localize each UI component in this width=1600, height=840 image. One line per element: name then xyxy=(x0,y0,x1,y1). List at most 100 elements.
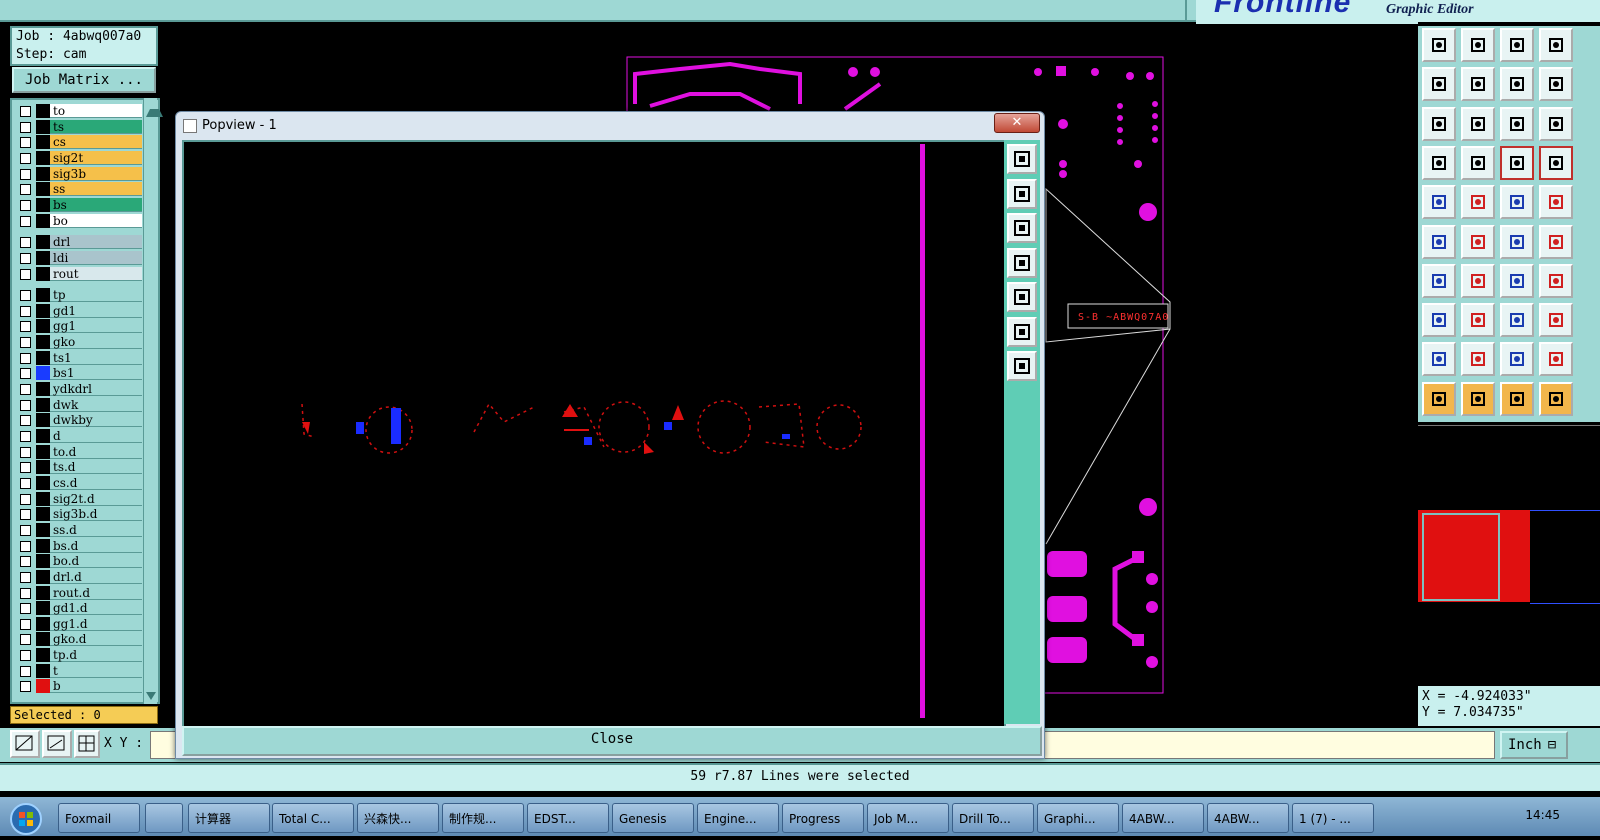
units-select[interactable]: Inch ⊟ xyxy=(1500,731,1568,759)
layer-checkbox[interactable] xyxy=(20,665,31,677)
tool-button[interactable] xyxy=(1539,303,1573,338)
layer-row[interactable]: ts xyxy=(16,119,142,134)
layer-row[interactable]: ts.d xyxy=(16,460,142,475)
taskbar-item[interactable]: 4ABW... xyxy=(1207,803,1289,833)
tool-button[interactable] xyxy=(1422,106,1456,141)
layer-checkbox[interactable] xyxy=(20,524,31,536)
taskbar-item[interactable]: Engine... xyxy=(697,803,779,833)
taskbar-item[interactable]: Graphi... xyxy=(1037,803,1119,833)
layer-checkbox[interactable] xyxy=(20,215,31,227)
layer-row[interactable]: cs xyxy=(16,135,142,150)
layer-row[interactable]: rout xyxy=(16,266,142,281)
layer-checkbox[interactable] xyxy=(20,509,31,521)
layer-row[interactable]: tp xyxy=(16,288,142,303)
tool-button[interactable] xyxy=(1422,303,1456,338)
tool-button[interactable] xyxy=(1461,381,1495,416)
tool-button[interactable] xyxy=(1539,381,1573,416)
layer-checkbox[interactable] xyxy=(20,681,31,693)
taskbar-item[interactable]: Genesis xyxy=(612,803,694,833)
tool-button[interactable] xyxy=(1500,224,1534,259)
tool-button[interactable] xyxy=(1539,263,1573,298)
popview-right-button[interactable] xyxy=(1007,282,1037,312)
layer-checkbox[interactable] xyxy=(20,268,31,280)
layer-checkbox[interactable] xyxy=(20,252,31,264)
popview-up-button[interactable] xyxy=(1007,178,1037,209)
layer-row[interactable]: drl.d xyxy=(16,569,142,584)
taskbar-item[interactable]: 计算器 xyxy=(188,803,270,833)
tool-button[interactable] xyxy=(1461,28,1495,62)
layer-checkbox[interactable] xyxy=(20,571,31,583)
layer-row[interactable]: gko xyxy=(16,335,142,350)
popview-left-button[interactable] xyxy=(1007,247,1037,278)
tool-button[interactable] xyxy=(1461,263,1495,298)
layer-row[interactable]: sig3b.d xyxy=(16,507,142,522)
layer-row[interactable]: ss.d xyxy=(16,522,142,537)
grid-button[interactable] xyxy=(74,730,100,758)
tool-button[interactable] xyxy=(1500,67,1534,102)
tool-button[interactable] xyxy=(1422,67,1456,102)
layer-row[interactable]: dwk xyxy=(16,397,142,412)
layer-row[interactable]: sig2t.d xyxy=(16,491,142,506)
layer-checkbox[interactable] xyxy=(20,399,31,411)
scroll-down-icon[interactable] xyxy=(146,692,156,700)
taskbar-item[interactable]: Progress xyxy=(782,803,864,833)
layer-row[interactable]: tp.d xyxy=(16,648,142,663)
layer-row[interactable]: ldi xyxy=(16,250,142,265)
tool-button[interactable] xyxy=(1461,303,1495,338)
layer-checkbox[interactable] xyxy=(20,337,31,349)
tool-button[interactable] xyxy=(1461,185,1495,220)
tool-button[interactable] xyxy=(1500,145,1534,180)
layer-checkbox[interactable] xyxy=(20,587,31,599)
tool-button[interactable] xyxy=(1422,28,1456,62)
layer-row[interactable]: bs xyxy=(16,197,142,212)
layer-checkbox[interactable] xyxy=(20,603,31,615)
tool-button[interactable] xyxy=(1461,342,1495,377)
popview-center-button[interactable] xyxy=(1007,351,1037,381)
taskbar-item[interactable]: 制作规... xyxy=(442,803,524,833)
tool-button[interactable] xyxy=(1422,381,1456,416)
taskbar-item[interactable]: 1 (7) - ... xyxy=(1292,803,1374,833)
layer-checkbox[interactable] xyxy=(20,384,31,396)
taskbar-item[interactable]: Drill To... xyxy=(952,803,1034,833)
layer-row[interactable]: bo.d xyxy=(16,554,142,569)
tool-button[interactable] xyxy=(1461,67,1495,102)
layer-checkbox[interactable] xyxy=(20,290,31,302)
tool-button[interactable] xyxy=(1422,185,1456,220)
layer-checkbox[interactable] xyxy=(20,237,31,249)
layer-row[interactable]: sig2t xyxy=(16,150,142,165)
layer-checkbox[interactable] xyxy=(20,321,31,333)
tool-button[interactable] xyxy=(1422,145,1456,180)
layer-row[interactable]: dwkby xyxy=(16,413,142,428)
layer-row[interactable]: gg1.d xyxy=(16,616,142,631)
layer-row[interactable]: gd1.d xyxy=(16,601,142,616)
layer-row[interactable]: ss xyxy=(16,182,142,197)
zoom-area-button[interactable] xyxy=(10,730,40,758)
window-close-button[interactable]: ✕ xyxy=(994,113,1040,133)
popview-canvas[interactable] xyxy=(182,140,1006,728)
layer-row[interactable]: ts1 xyxy=(16,350,142,365)
layer-checkbox[interactable] xyxy=(20,415,31,427)
job-matrix-button[interactable]: Job Matrix ... xyxy=(12,67,156,93)
layer-checkbox[interactable] xyxy=(20,121,31,133)
layer-checkbox[interactable] xyxy=(20,305,31,317)
tool-button[interactable] xyxy=(1539,185,1573,220)
layer-checkbox[interactable] xyxy=(20,556,31,568)
layer-row[interactable]: rout.d xyxy=(16,585,142,600)
tool-button[interactable] xyxy=(1539,67,1573,102)
layer-checkbox[interactable] xyxy=(20,634,31,646)
popview-fit-button[interactable] xyxy=(1007,316,1037,347)
layer-row[interactable]: gd1 xyxy=(16,303,142,318)
layer-checkbox[interactable] xyxy=(20,618,31,630)
layer-checkbox[interactable] xyxy=(20,540,31,552)
tool-button[interactable] xyxy=(1500,303,1534,338)
layer-row[interactable]: cs.d xyxy=(16,475,142,490)
layer-checkbox[interactable] xyxy=(20,650,31,662)
layer-row[interactable]: t xyxy=(16,663,142,678)
layer-row[interactable]: to xyxy=(16,104,142,118)
tool-button[interactable] xyxy=(1500,381,1534,416)
tool-button[interactable] xyxy=(1500,263,1534,298)
layer-row[interactable]: sig3b xyxy=(16,166,142,181)
tool-button[interactable] xyxy=(1500,342,1534,377)
layer-checkbox[interactable] xyxy=(20,352,31,364)
taskbar-item[interactable]: Total C... xyxy=(272,803,354,833)
